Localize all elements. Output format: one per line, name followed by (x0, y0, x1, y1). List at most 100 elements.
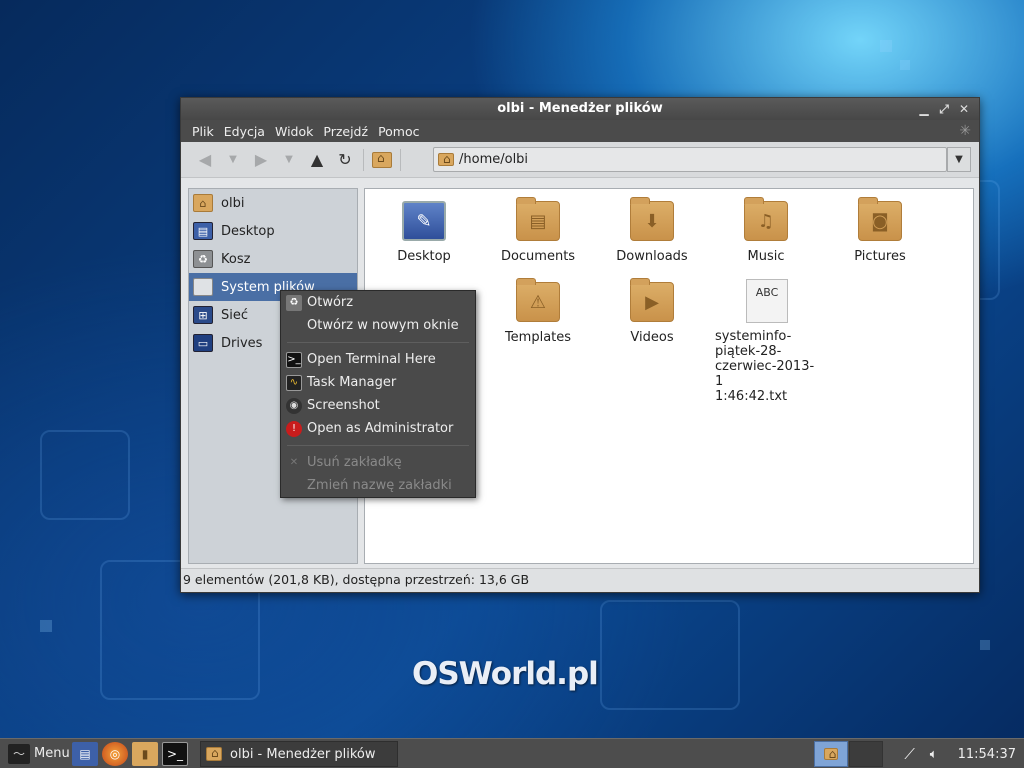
taskbar-task-file-manager[interactable]: olbi - Menedżer plików (200, 741, 398, 767)
file-item-desktop[interactable]: ✎ Desktop (369, 201, 479, 264)
status-bar: 9 elementów (201,8 KB), dostępna przestr… (181, 568, 979, 592)
file-item-videos[interactable]: ▶ Videos (597, 278, 707, 345)
file-manager-launcher-icon[interactable]: ▮ (132, 741, 158, 766)
start-menu-label: Menu (34, 746, 70, 761)
file-label-line: czerwiec-2013-1 (715, 359, 815, 389)
file-item-templates[interactable]: ⚠ Templates (483, 278, 593, 345)
context-menu: ♻ Otwórz Otwórz w nowym oknie >_ Open Te… (280, 290, 476, 498)
clock[interactable]: 11:54:37 (946, 747, 1024, 762)
trash-icon: ♻ (193, 250, 213, 268)
home-folder-icon (372, 151, 392, 168)
forward-arrow-icon[interactable]: ▶ (247, 147, 275, 173)
maximize-icon[interactable]: ⤢ (937, 98, 951, 120)
file-item-pictures[interactable]: ◙ Pictures (825, 197, 935, 264)
file-label: Pictures (854, 249, 906, 264)
file-label-line: piątek-28- (715, 344, 782, 359)
empty-icon (286, 318, 302, 334)
admin-warning-icon: ! (286, 420, 302, 437)
location-dropdown-icon[interactable]: ▼ (947, 147, 971, 172)
context-item-label: Open Terminal Here (307, 352, 436, 367)
menu-przejdz[interactable]: Przejdź (318, 124, 373, 139)
menu-widok[interactable]: Widok (270, 124, 318, 139)
workspace-2[interactable] (848, 741, 883, 767)
toolbar-separator (363, 148, 364, 171)
sidebar-item-label: Drives (221, 335, 263, 351)
menu-edycja[interactable]: Edycja (219, 124, 270, 139)
desktop-icon: ▤ (193, 222, 213, 240)
file-item-music[interactable]: ♫ Music (711, 197, 821, 264)
context-item-label: Usuń zakładkę (307, 455, 402, 470)
music-folder-icon: ♫ (744, 197, 788, 241)
context-item-label: Screenshot (307, 398, 380, 413)
home-button[interactable] (368, 147, 396, 173)
window-controls: ▁ ⤢ ✕ (917, 98, 971, 120)
context-item-otworz[interactable]: ♻ Otwórz (281, 291, 475, 314)
empty-icon (286, 478, 302, 494)
reload-icon[interactable]: ↻ (331, 147, 359, 173)
desktop-icon: ✎ (402, 201, 446, 241)
file-item-systeminfo[interactable]: ABC systeminfo- piątek-28- czerwiec-2013… (709, 279, 819, 404)
pictures-folder-icon: ◙ (858, 197, 902, 241)
minimize-icon[interactable]: ▁ (917, 98, 931, 120)
file-label-line: systeminfo- (715, 329, 792, 344)
up-arrow-icon[interactable]: ▲ (303, 147, 331, 173)
monitor-icon: ▭ (193, 334, 213, 352)
file-item-documents[interactable]: ▤ Documents (483, 197, 593, 264)
sidebar-item-desktop[interactable]: ▤ Desktop (189, 217, 357, 245)
taskbar: 〜 Menu ▤ ◎ ▮ >_ olbi - Menedżer plików ⟋… (0, 738, 1024, 768)
remove-icon: ✕ (289, 457, 299, 468)
file-label: Downloads (616, 249, 688, 264)
context-item-otworz-nowe-okno[interactable]: Otwórz w nowym oknie (281, 314, 475, 337)
background-pixel (980, 640, 990, 650)
menu-pomoc[interactable]: Pomoc (373, 124, 424, 139)
firefox-icon[interactable]: ◎ (102, 741, 128, 766)
background-pixel (880, 40, 892, 52)
sidebar-item-label: Desktop (221, 223, 275, 239)
home-folder-icon: ⌂ (193, 194, 213, 212)
file-label: Videos (630, 330, 674, 345)
home-folder-icon (438, 152, 454, 166)
terminal-icon: >_ (286, 351, 302, 368)
folder-icon (206, 746, 222, 761)
forward-history-dropdown-icon[interactable]: ▼ (275, 147, 303, 173)
background-decoration (600, 600, 740, 710)
context-item-task-manager[interactable]: ∿ Task Manager (281, 371, 475, 394)
menubar: Plik Edycja Widok Przejdź Pomoc ✳ (181, 120, 979, 142)
window-title: olbi - Menedżer plików (497, 101, 663, 116)
drive-icon (193, 278, 213, 296)
context-item-screenshot[interactable]: ◉ Screenshot (281, 394, 475, 417)
videos-folder-icon: ▶ (630, 278, 674, 322)
downloads-folder-icon: ⬇ (630, 197, 674, 241)
back-history-dropdown-icon[interactable]: ▼ (219, 147, 247, 173)
sidebar-item-kosz[interactable]: ♻ Kosz (189, 245, 357, 273)
network-icon: ⊞ (193, 306, 213, 324)
context-item-open-terminal[interactable]: >_ Open Terminal Here (281, 348, 475, 371)
menu-separator (287, 342, 469, 343)
context-item-label: Task Manager (307, 375, 397, 390)
status-text: 9 elementów (201,8 KB), dostępna przestr… (183, 572, 530, 587)
toolbar-separator (400, 148, 401, 171)
start-menu-button[interactable]: 〜 Menu (0, 743, 70, 764)
network-tray-icon[interactable]: ⟋ (898, 745, 922, 763)
window-titlebar[interactable]: olbi - Menedżer plików ▁ ⤢ ✕ (181, 98, 979, 120)
context-item-open-as-admin[interactable]: ! Open as Administrator (281, 417, 475, 440)
menu-plik[interactable]: Plik (187, 124, 219, 139)
volume-icon[interactable]: 🔈︎ (922, 747, 946, 762)
sidebar-item-label: Sieć (221, 307, 249, 323)
close-icon[interactable]: ✕ (957, 98, 971, 120)
background-pixel (900, 60, 910, 70)
location-bar[interactable]: /home/olbi (433, 147, 947, 172)
trash-small-icon: ♻ (286, 294, 302, 311)
workspace-1[interactable] (813, 741, 848, 767)
loading-spinner-icon: ✳ (959, 123, 971, 139)
background-pixel (40, 620, 52, 632)
text-file-icon: ABC (746, 279, 788, 323)
sidebar-item-olbi[interactable]: ⌂ olbi (189, 189, 357, 217)
terminal-launcher-icon[interactable]: >_ (162, 741, 188, 766)
back-arrow-icon[interactable]: ◀ (191, 147, 219, 173)
templates-folder-icon: ⚠ (516, 278, 560, 322)
sidebar-item-label: Kosz (221, 251, 251, 267)
screenshot-icon: ◉ (286, 397, 302, 414)
show-desktop-icon[interactable]: ▤ (72, 741, 98, 766)
file-item-downloads[interactable]: ⬇ Downloads (597, 197, 707, 264)
